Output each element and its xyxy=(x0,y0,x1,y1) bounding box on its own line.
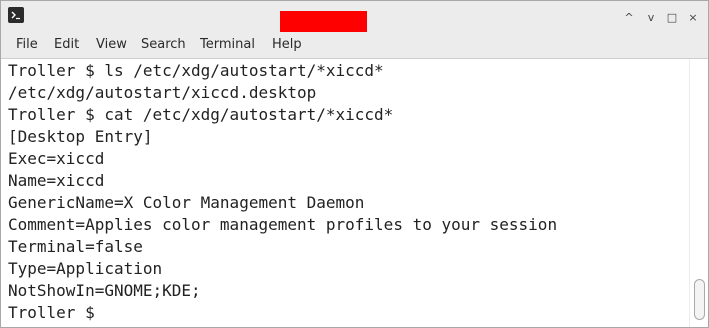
menu-file[interactable]: File xyxy=(16,37,38,53)
menu-view[interactable]: View xyxy=(96,37,127,53)
restore-button[interactable]: v xyxy=(642,8,660,26)
window-title-redacted xyxy=(280,11,367,32)
title-bar[interactable]: ^ v □ × xyxy=(1,1,708,32)
terminal-line: Comment=Applies color management profile… xyxy=(8,215,558,234)
terminal-prompt: Troller $ xyxy=(8,303,105,322)
terminal-line: Name=xiccd xyxy=(8,171,105,190)
terminal-icon xyxy=(8,7,24,23)
vertical-scrollbar[interactable] xyxy=(689,59,708,327)
terminal-output[interactable]: Troller $ ls /etc/xdg/autostart/*xiccd* … xyxy=(1,59,689,327)
restore-icon: v xyxy=(647,10,655,24)
terminal-line: Troller $ ls /etc/xdg/autostart/*xiccd* xyxy=(8,61,384,80)
close-button[interactable]: × xyxy=(684,8,702,26)
close-icon: × xyxy=(688,10,698,24)
terminal-line: Type=Application xyxy=(8,259,163,278)
terminal-line: NotShowIn=GNOME;KDE; xyxy=(8,281,201,300)
minimize-icon: ^ xyxy=(624,10,634,24)
terminal-line: GenericName=X Color Management Daemon xyxy=(8,193,365,212)
maximize-icon: □ xyxy=(666,10,678,24)
menu-search[interactable]: Search xyxy=(141,37,186,53)
scrollbar-thumb[interactable] xyxy=(694,279,705,320)
terminal-line: Troller $ cat /etc/xdg/autostart/*xiccd* xyxy=(8,105,394,124)
terminal-line: Exec=xiccd xyxy=(8,149,105,168)
menu-help[interactable]: Help xyxy=(272,37,302,53)
maximize-button[interactable]: □ xyxy=(663,8,681,26)
menu-bar: File Edit View Search Terminal Help xyxy=(1,32,708,59)
terminal-line: /etc/xdg/autostart/xiccd.desktop xyxy=(8,83,317,102)
menu-edit[interactable]: Edit xyxy=(54,37,79,53)
menu-terminal[interactable]: Terminal xyxy=(200,37,255,53)
minimize-button[interactable]: ^ xyxy=(620,8,638,26)
terminal-line: [Desktop Entry] xyxy=(8,127,153,146)
terminal-window: ^ v □ × File Edit View Search Terminal H… xyxy=(0,0,709,328)
terminal-line: Terminal=false xyxy=(8,237,143,256)
